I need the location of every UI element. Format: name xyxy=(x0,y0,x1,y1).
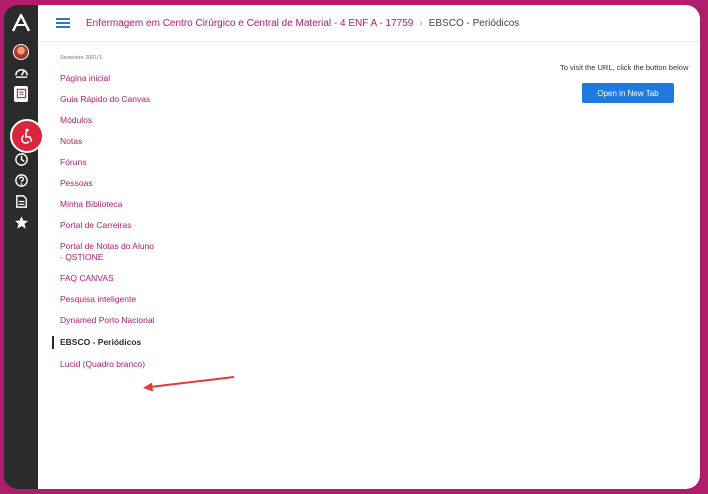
courses-icon[interactable] xyxy=(7,83,35,104)
course-navigation: Semestre 2021/1 Página inicial Guia Rápi… xyxy=(52,55,156,380)
logo-icon[interactable] xyxy=(4,5,38,41)
course-nav-item-people[interactable]: Pessoas xyxy=(52,178,156,189)
course-nav-item-grades-portal[interactable]: Portal de Notas do Aluno - QSTIONE xyxy=(52,241,156,263)
course-nav-item-home[interactable]: Página inicial xyxy=(52,73,156,84)
course-nav-item-ebsco[interactable]: EBSCO - Periódicos xyxy=(52,336,156,349)
global-navigation: 1 xyxy=(4,5,38,489)
breadcrumb-separator: › xyxy=(419,17,423,29)
accessibility-icon[interactable] xyxy=(10,119,44,153)
course-nav-item-faq[interactable]: FAQ CANVAS xyxy=(52,273,156,284)
course-nav-item-lucid[interactable]: Lucid (Quadro branco) xyxy=(52,359,156,370)
course-nav-item-modules[interactable]: Módulos xyxy=(52,115,156,126)
course-nav-item-smart-search[interactable]: Pesquisa inteligente xyxy=(52,294,156,305)
avatar xyxy=(13,43,29,60)
dashboard-icon[interactable] xyxy=(7,62,35,83)
account-icon[interactable] xyxy=(7,41,35,62)
screen: 1 Enfermagem e xyxy=(4,5,700,489)
course-nav-item-forums[interactable]: Fóruns xyxy=(52,157,156,168)
breadcrumb: Enfermagem em Centro Cirúrgico e Central… xyxy=(38,5,700,42)
breadcrumb-course-link[interactable]: Enfermagem em Centro Cirúrgico e Central… xyxy=(86,18,413,29)
menu-icon[interactable] xyxy=(56,18,70,28)
term-label: Semestre 2021/1 xyxy=(60,55,102,61)
course-nav-item-careers[interactable]: Portal de Carreiras xyxy=(52,220,156,231)
course-nav-item-quick-guide[interactable]: Guia Rápido do Canvas xyxy=(52,94,156,105)
main-content: Enfermagem em Centro Cirúrgico e Central… xyxy=(38,5,700,489)
course-nav-item-grades[interactable]: Notas xyxy=(52,136,156,147)
course-nav-item-dynamed[interactable]: Dynamed Porto Nacional xyxy=(52,315,156,326)
device-frame: 1 Enfermagem e xyxy=(0,0,708,494)
external-tool-message: To visit the URL, click the button below xyxy=(560,63,689,72)
breadcrumb-current: EBSCO - Periódicos xyxy=(428,17,520,29)
help-icon[interactable] xyxy=(7,170,35,191)
star-icon[interactable] xyxy=(7,212,35,233)
external-tool: To visit the URL, click the button below… xyxy=(560,63,700,103)
open-in-new-tab-button[interactable]: Open in New Tab xyxy=(582,83,674,103)
document-icon[interactable] xyxy=(7,191,35,212)
course-nav-item-library[interactable]: Minha Biblioteca xyxy=(52,199,156,210)
